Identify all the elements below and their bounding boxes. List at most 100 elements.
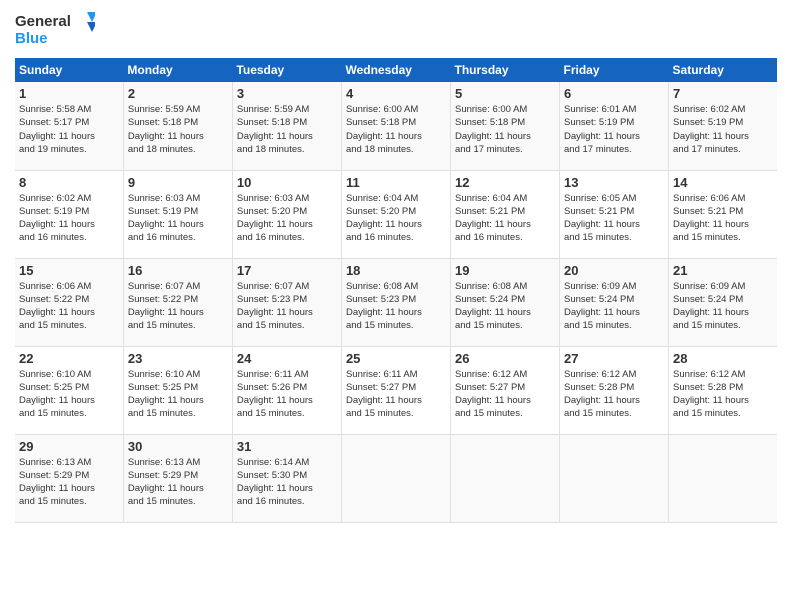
day-info: Sunrise: 6:02 AMSunset: 5:19 PMDaylight:… [673,103,773,156]
week-row-3: 15Sunrise: 6:06 AMSunset: 5:22 PMDayligh… [15,258,777,346]
day-number: 31 [237,439,337,454]
day-number: 3 [237,86,337,101]
day-number: 29 [19,439,119,454]
day-number: 28 [673,351,773,366]
calendar-cell [450,434,559,522]
day-info: Sunrise: 6:03 AMSunset: 5:19 PMDaylight:… [128,192,228,245]
calendar-cell: 4 Sunrise: 6:00 AMSunset: 5:18 PMDaylight… [341,82,450,170]
calendar-cell: 22 Sunrise: 6:10 AMSunset: 5:25 PMDayligh… [15,346,123,434]
day-number: 13 [564,175,664,190]
logo-svg: General Blue [15,10,95,50]
calendar-cell: 31 Sunrise: 6:14 AMSunset: 5:30 PMDayligh… [232,434,341,522]
calendar-header-row: SundayMondayTuesdayWednesdayThursdayFrid… [15,58,777,82]
calendar-cell: 19 Sunrise: 6:08 AMSunset: 5:24 PMDayligh… [450,258,559,346]
calendar-cell: 18 Sunrise: 6:08 AMSunset: 5:23 PMDayligh… [341,258,450,346]
day-info: Sunrise: 6:04 AMSunset: 5:20 PMDaylight:… [346,192,446,245]
day-number: 5 [455,86,555,101]
calendar-cell: 6 Sunrise: 6:01 AMSunset: 5:19 PMDaylight… [560,82,669,170]
day-info: Sunrise: 6:05 AMSunset: 5:21 PMDaylight:… [564,192,664,245]
day-number: 16 [128,263,228,278]
calendar-cell: 1Sunrise: 5:58 AMSunset: 5:17 PMDaylight… [15,82,123,170]
day-info: Sunrise: 6:11 AMSunset: 5:26 PMDaylight:… [237,368,337,421]
calendar-cell: 29 Sunrise: 6:13 AMSunset: 5:29 PMDayligh… [15,434,123,522]
day-info: Sunrise: 6:13 AMSunset: 5:29 PMDaylight:… [128,456,228,509]
svg-text:General: General [15,13,71,30]
calendar-cell: 2Sunrise: 5:59 AMSunset: 5:18 PMDaylight… [123,82,232,170]
calendar-cell: 26 Sunrise: 6:12 AMSunset: 5:27 PMDayligh… [450,346,559,434]
calendar-cell: 7 Sunrise: 6:02 AMSunset: 5:19 PMDaylight… [669,82,777,170]
day-info: Sunrise: 6:00 AMSunset: 5:18 PMDaylight:… [346,103,446,156]
day-info: Sunrise: 6:02 AMSunset: 5:19 PMDaylight:… [19,192,119,245]
day-info: Sunrise: 6:11 AMSunset: 5:27 PMDaylight:… [346,368,446,421]
main-container: General Blue SundayMondayTuesdayWednesda… [0,0,792,533]
day-info: Sunrise: 6:09 AMSunset: 5:24 PMDaylight:… [673,280,773,333]
day-info: Sunrise: 6:14 AMSunset: 5:30 PMDaylight:… [237,456,337,509]
calendar-table: SundayMondayTuesdayWednesdayThursdayFrid… [15,58,777,523]
day-number: 26 [455,351,555,366]
calendar-cell: 12 Sunrise: 6:04 AMSunset: 5:21 PMDayligh… [450,170,559,258]
day-header-monday: Monday [123,58,232,82]
day-number: 23 [128,351,228,366]
day-info: Sunrise: 6:08 AMSunset: 5:24 PMDaylight:… [455,280,555,333]
day-number: 11 [346,175,446,190]
day-header-wednesday: Wednesday [341,58,450,82]
day-info: Sunrise: 6:03 AMSunset: 5:20 PMDaylight:… [237,192,337,245]
day-info: Sunrise: 6:06 AMSunset: 5:21 PMDaylight:… [673,192,773,245]
week-row-4: 22 Sunrise: 6:10 AMSunset: 5:25 PMDayligh… [15,346,777,434]
header: General Blue [15,10,777,50]
calendar-cell: 11 Sunrise: 6:04 AMSunset: 5:20 PMDayligh… [341,170,450,258]
day-info: Sunrise: 6:07 AMSunset: 5:22 PMDaylight:… [128,280,228,333]
day-number: 20 [564,263,664,278]
day-header-friday: Friday [560,58,669,82]
day-info: Sunrise: 6:13 AMSunset: 5:29 PMDaylight:… [19,456,119,509]
calendar-cell [669,434,777,522]
day-header-thursday: Thursday [450,58,559,82]
day-number: 22 [19,351,119,366]
calendar-cell: 24Sunrise: 6:11 AMSunset: 5:26 PMDayligh… [232,346,341,434]
day-info: Sunrise: 6:10 AMSunset: 5:25 PMDaylight:… [19,368,119,421]
day-info: Sunrise: 6:08 AMSunset: 5:23 PMDaylight:… [346,280,446,333]
day-number: 4 [346,86,446,101]
calendar-cell: 17 Sunrise: 6:07 AMSunset: 5:23 PMDayligh… [232,258,341,346]
week-row-1: 1Sunrise: 5:58 AMSunset: 5:17 PMDaylight… [15,82,777,170]
day-number: 7 [673,86,773,101]
day-info: Sunrise: 6:04 AMSunset: 5:21 PMDaylight:… [455,192,555,245]
calendar-cell: 21 Sunrise: 6:09 AMSunset: 5:24 PMDayligh… [669,258,777,346]
week-row-5: 29 Sunrise: 6:13 AMSunset: 5:29 PMDayligh… [15,434,777,522]
week-row-2: 8 Sunrise: 6:02 AMSunset: 5:19 PMDaylight… [15,170,777,258]
day-number: 19 [455,263,555,278]
calendar-cell: 20 Sunrise: 6:09 AMSunset: 5:24 PMDayligh… [560,258,669,346]
calendar-cell: 23 Sunrise: 6:10 AMSunset: 5:25 PMDayligh… [123,346,232,434]
day-number: 9 [128,175,228,190]
day-number: 8 [19,175,119,190]
day-number: 6 [564,86,664,101]
day-info: Sunrise: 5:58 AMSunset: 5:17 PMDaylight:… [19,103,119,156]
day-header-tuesday: Tuesday [232,58,341,82]
day-info: Sunrise: 6:09 AMSunset: 5:24 PMDaylight:… [564,280,664,333]
day-header-sunday: Sunday [15,58,123,82]
day-info: Sunrise: 5:59 AMSunset: 5:18 PMDaylight:… [128,103,228,156]
calendar-cell [341,434,450,522]
day-info: Sunrise: 6:12 AMSunset: 5:28 PMDaylight:… [673,368,773,421]
day-info: Sunrise: 6:10 AMSunset: 5:25 PMDaylight:… [128,368,228,421]
day-info: Sunrise: 6:12 AMSunset: 5:27 PMDaylight:… [455,368,555,421]
calendar-cell: 9 Sunrise: 6:03 AMSunset: 5:19 PMDaylight… [123,170,232,258]
day-number: 18 [346,263,446,278]
day-info: Sunrise: 6:12 AMSunset: 5:28 PMDaylight:… [564,368,664,421]
day-number: 21 [673,263,773,278]
day-info: Sunrise: 6:07 AMSunset: 5:23 PMDaylight:… [237,280,337,333]
svg-text:Blue: Blue [15,30,48,47]
day-header-saturday: Saturday [669,58,777,82]
day-number: 14 [673,175,773,190]
day-number: 17 [237,263,337,278]
calendar-cell: 13 Sunrise: 6:05 AMSunset: 5:21 PMDayligh… [560,170,669,258]
calendar-cell [560,434,669,522]
calendar-cell: 25Sunrise: 6:11 AMSunset: 5:27 PMDayligh… [341,346,450,434]
day-info: Sunrise: 5:59 AMSunset: 5:18 PMDaylight:… [237,103,337,156]
calendar-cell: 3 Sunrise: 5:59 AMSunset: 5:18 PMDaylight… [232,82,341,170]
day-info: Sunrise: 6:01 AMSunset: 5:19 PMDaylight:… [564,103,664,156]
calendar-cell: 8 Sunrise: 6:02 AMSunset: 5:19 PMDaylight… [15,170,123,258]
calendar-cell: 15Sunrise: 6:06 AMSunset: 5:22 PMDayligh… [15,258,123,346]
day-number: 12 [455,175,555,190]
calendar-cell: 14 Sunrise: 6:06 AMSunset: 5:21 PMDayligh… [669,170,777,258]
